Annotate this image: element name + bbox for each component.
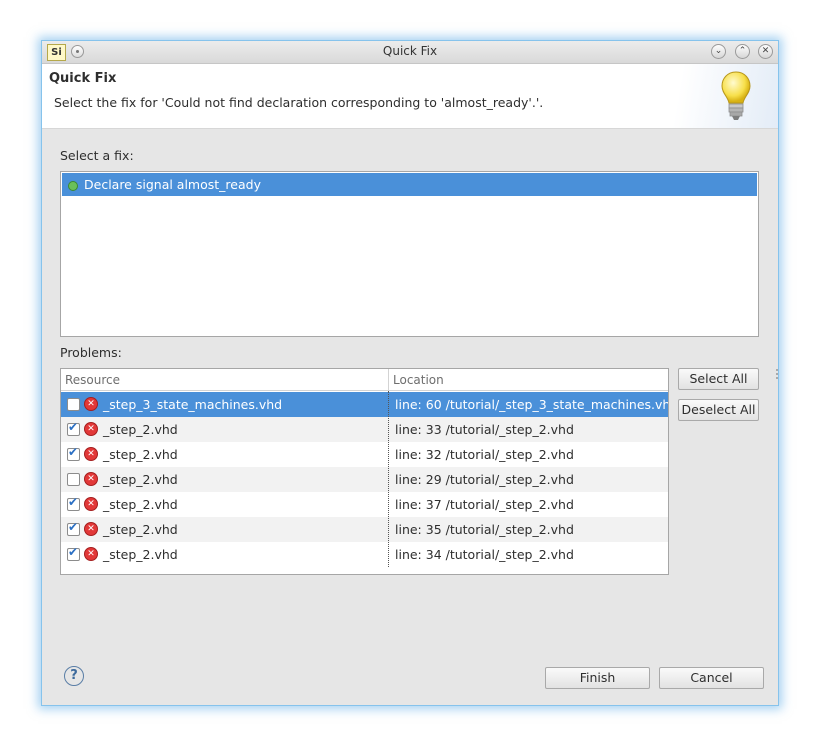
error-icon: ✕ [84, 472, 98, 486]
table-row[interactable]: ✕ _step_2.vhd line: 35 /tutorial/_step_2.… [61, 517, 668, 542]
row-checkbox[interactable] [67, 398, 80, 411]
error-icon: ✕ [84, 397, 98, 411]
fix-list[interactable]: Declare signal almost_ready [60, 171, 759, 337]
resize-grip[interactable] [776, 369, 780, 379]
error-icon: ✕ [84, 447, 98, 461]
lightbulb-icon [721, 71, 751, 120]
resource-name: _step_2.vhd [103, 497, 178, 512]
resource-name: _step_2.vhd [103, 422, 178, 437]
dialog-header: Quick Fix Select the fix for 'Could not … [42, 64, 778, 129]
fix-proposal-icon [68, 181, 78, 191]
table-row[interactable]: ✕ _step_2.vhd line: 32 /tutorial/_step_2.… [61, 442, 668, 467]
row-checkbox[interactable] [67, 495, 80, 511]
problems-table[interactable]: Resource Location ✕ _step_3_state_machine… [60, 368, 669, 575]
maximize-icon[interactable]: ⌃ [735, 44, 750, 59]
problems-label: Problems: [60, 345, 122, 360]
title-bar[interactable]: Si Quick Fix ⌄ ⌃ ✕ [42, 41, 778, 64]
help-icon[interactable]: ? [64, 666, 84, 686]
select-all-button[interactable]: Select All [678, 368, 759, 390]
select-fix-label: Select a fix: [60, 148, 134, 163]
resource-name: _step_3_state_machines.vhd [103, 397, 283, 412]
location-text: line: 32 /tutorial/_step_2.vhd [395, 447, 574, 462]
location-text: line: 37 /tutorial/_step_2.vhd [395, 497, 574, 512]
header-message: Select the fix for 'Could not find decla… [54, 95, 544, 110]
column-location[interactable]: Location [389, 369, 668, 390]
deselect-all-button[interactable]: Deselect All [678, 399, 759, 421]
window-title: Quick Fix [382, 44, 438, 58]
row-checkbox[interactable] [67, 520, 80, 536]
header-gradient [638, 64, 778, 128]
error-icon: ✕ [84, 497, 98, 511]
column-resource[interactable]: Resource [61, 369, 388, 390]
error-icon: ✕ [84, 422, 98, 436]
table-row[interactable]: ✕ _step_2.vhd line: 29 /tutorial/_step_2.… [61, 467, 668, 492]
resource-name: _step_2.vhd [103, 472, 178, 487]
location-text: line: 34 /tutorial/_step_2.vhd [395, 547, 574, 562]
location-text: line: 60 /tutorial/_step_3_state_machine… [395, 397, 668, 412]
row-checkbox[interactable] [67, 545, 80, 561]
finish-button[interactable]: Finish [545, 667, 650, 689]
minimize-icon[interactable]: ⌄ [711, 44, 726, 59]
table-row[interactable]: ✕ _step_2.vhd line: 34 /tutorial/_step_2.… [61, 542, 668, 567]
error-icon: ✕ [84, 547, 98, 561]
close-icon[interactable]: ✕ [758, 44, 773, 59]
table-row[interactable]: ✕ _step_3_state_machines.vhd line: 60 /tu… [61, 392, 668, 417]
row-checkbox[interactable] [67, 473, 80, 486]
location-text: line: 33 /tutorial/_step_2.vhd [395, 422, 574, 437]
table-row[interactable]: ✕ _step_2.vhd line: 37 /tutorial/_step_2.… [61, 492, 668, 517]
table-header: Resource Location [61, 369, 668, 391]
cancel-button[interactable]: Cancel [659, 667, 764, 689]
header-title: Quick Fix [49, 71, 117, 86]
quick-fix-dialog: Si Quick Fix ⌄ ⌃ ✕ Quick Fix Select the … [41, 40, 779, 706]
location-text: line: 29 /tutorial/_step_2.vhd [395, 472, 574, 487]
error-icon: ✕ [84, 522, 98, 536]
column-separator [388, 391, 389, 567]
location-text: line: 35 /tutorial/_step_2.vhd [395, 522, 574, 537]
fix-item-declare-signal[interactable]: Declare signal almost_ready [62, 173, 757, 196]
resource-name: _step_2.vhd [103, 547, 178, 562]
resource-name: _step_2.vhd [103, 447, 178, 462]
fix-item-label: Declare signal almost_ready [84, 177, 261, 192]
resource-name: _step_2.vhd [103, 522, 178, 537]
row-checkbox[interactable] [67, 420, 80, 436]
row-checkbox[interactable] [67, 445, 80, 461]
table-row[interactable]: ✕ _step_2.vhd line: 33 /tutorial/_step_2.… [61, 417, 668, 442]
